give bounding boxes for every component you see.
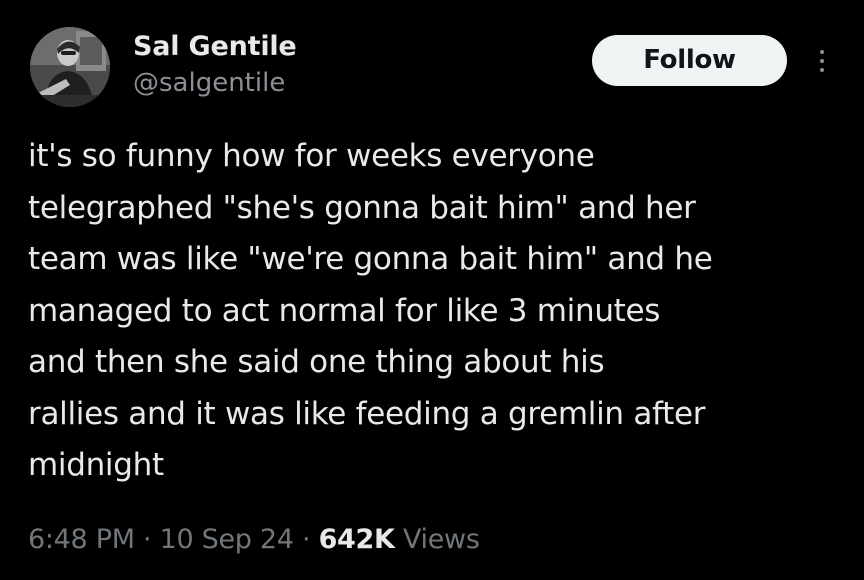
follow-button[interactable]: Follow (592, 35, 787, 86)
author-handle[interactable]: @salgentile (133, 66, 297, 100)
user-photo-avatar-icon (30, 27, 110, 107)
views-label: Views (402, 524, 480, 555)
more-dot (820, 68, 824, 72)
tweet-date[interactable]: 10 Sep 24 (160, 524, 294, 555)
avatar[interactable] (30, 27, 110, 107)
more-dot (820, 50, 824, 54)
tweet-text: it's so funny how for weeks everyone tel… (28, 138, 713, 483)
tweet-meta: 6:48 PM · 10 Sep 24 · 642K Views (28, 518, 480, 562)
meta-separator: · (301, 524, 311, 555)
author-display-name[interactable]: Sal Gentile (133, 30, 297, 64)
more-vertical-icon[interactable] (812, 44, 832, 78)
tweet-card: Sal Gentile @salgentile Follow it's so f… (0, 0, 864, 580)
meta-separator: · (143, 524, 152, 555)
more-dot (820, 59, 824, 63)
tweet-time[interactable]: 6:48 PM (28, 524, 135, 555)
views-count[interactable]: 642K (319, 524, 395, 555)
author-info: Sal Gentile @salgentile (133, 30, 297, 100)
